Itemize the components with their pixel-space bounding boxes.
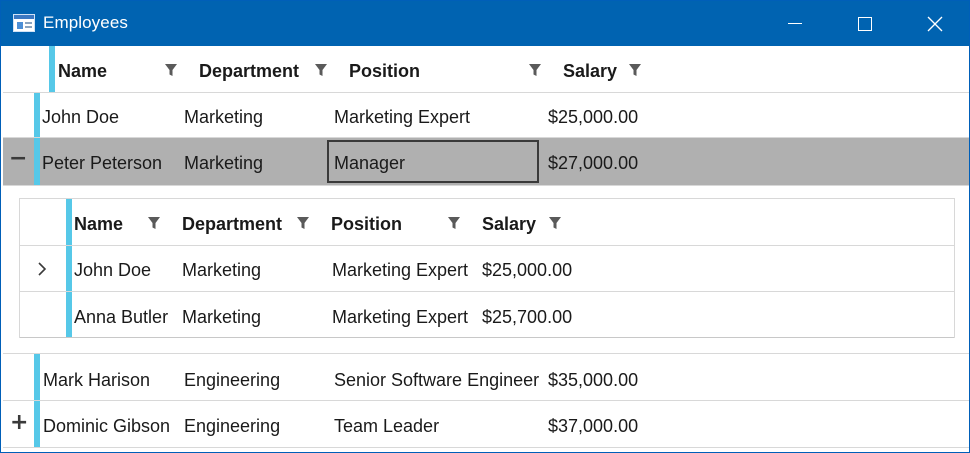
nested-bottom-divider	[20, 337, 954, 338]
cell-salary[interactable]: $25,700.00	[482, 307, 572, 328]
chevron-right-icon[interactable]	[37, 261, 47, 277]
name-filter-icon[interactable]	[164, 62, 178, 78]
cell-position[interactable]: Senior Software Engineer	[334, 370, 539, 391]
column-header-department[interactable]: Department	[199, 61, 299, 82]
employees-window: Employees Name Department Position Salar…	[0, 0, 970, 453]
nested-name-filter-icon[interactable]	[147, 215, 161, 231]
nested-salary-filter-icon[interactable]	[548, 215, 562, 231]
row-divider	[3, 400, 969, 401]
cell-position[interactable]: Manager	[334, 153, 405, 174]
row-divider	[3, 447, 969, 448]
employees-grid: Name Department Position Salary John Doe…	[3, 46, 969, 452]
header-divider	[3, 92, 969, 93]
row-divider	[3, 353, 969, 354]
cell-name[interactable]: Mark Harison	[43, 370, 150, 391]
salary-filter-icon[interactable]	[628, 62, 642, 78]
cell-department[interactable]: Marketing	[184, 153, 263, 174]
cell-position[interactable]: Marketing Expert	[332, 260, 468, 281]
collapse-row-icon[interactable]: −	[9, 146, 27, 171]
expand-row-icon[interactable]: +	[10, 410, 28, 435]
cell-department[interactable]: Engineering	[184, 370, 280, 391]
cell-salary[interactable]: $25,000.00	[482, 260, 572, 281]
nested-column-header-salary[interactable]: Salary	[482, 214, 536, 235]
cell-salary[interactable]: $37,000.00	[548, 416, 638, 437]
cell-name[interactable]: John Doe	[42, 107, 119, 128]
department-filter-icon[interactable]	[314, 62, 328, 78]
cell-name[interactable]: Anna Butler	[74, 307, 168, 328]
cell-salary[interactable]: $35,000.00	[548, 370, 638, 391]
maximize-icon	[858, 16, 872, 31]
row-indicator	[34, 93, 40, 137]
cell-position[interactable]: Team Leader	[334, 416, 439, 437]
close-icon	[927, 16, 943, 31]
row-indicator	[34, 138, 40, 185]
cell-department[interactable]: Marketing	[184, 107, 263, 128]
nested-department-filter-icon[interactable]	[296, 215, 310, 231]
row-indicator	[34, 401, 40, 447]
nested-row-divider	[20, 291, 954, 292]
maximize-button[interactable]	[830, 1, 900, 46]
cell-salary[interactable]: $27,000.00	[548, 153, 638, 174]
window-title: Employees	[43, 13, 128, 32]
cell-department[interactable]: Marketing	[182, 260, 261, 281]
cell-position[interactable]: Marketing Expert	[332, 307, 468, 328]
nested-position-filter-icon[interactable]	[447, 215, 461, 231]
minimize-icon	[788, 23, 802, 24]
minimize-button[interactable]	[760, 1, 830, 46]
close-button[interactable]	[900, 1, 969, 46]
column-header-name[interactable]: Name	[58, 61, 107, 82]
cell-position[interactable]: Marketing Expert	[334, 107, 470, 128]
nested-column-header-position[interactable]: Position	[331, 214, 402, 235]
cell-salary[interactable]: $25,000.00	[548, 107, 638, 128]
row-divider	[3, 185, 969, 186]
row-indicator	[34, 354, 40, 400]
title-bar[interactable]: Employees	[1, 1, 969, 46]
app-window-icon	[13, 14, 35, 32]
cell-name[interactable]: Peter Peterson	[42, 153, 162, 174]
column-header-salary[interactable]: Salary	[563, 61, 617, 82]
position-filter-icon[interactable]	[528, 62, 542, 78]
cell-department[interactable]: Engineering	[184, 416, 280, 437]
header-indicator	[49, 46, 55, 92]
nested-header-divider	[20, 245, 954, 246]
cell-name[interactable]: John Doe	[74, 260, 151, 281]
nested-row-indicator	[66, 246, 72, 291]
nested-column-header-department[interactable]: Department	[182, 214, 282, 235]
nested-column-header-name[interactable]: Name	[74, 214, 123, 235]
column-header-position[interactable]: Position	[349, 61, 420, 82]
cell-department[interactable]: Marketing	[182, 307, 261, 328]
nested-row-indicator	[66, 292, 72, 337]
cell-name[interactable]: Dominic Gibson	[43, 416, 170, 437]
nested-header-indicator	[66, 199, 72, 245]
nested-employees-grid: Name Department Position Salary John Doe…	[19, 198, 955, 338]
